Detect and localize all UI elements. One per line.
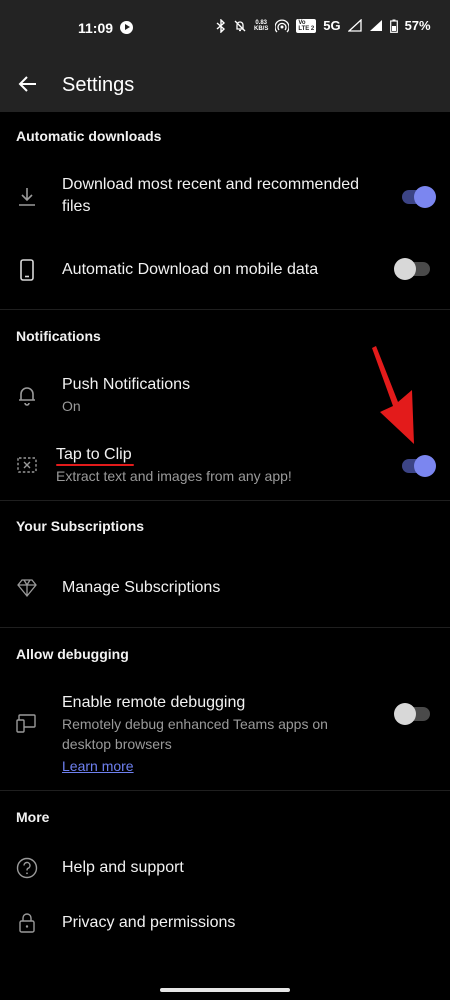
clip-icon	[17, 457, 37, 473]
tap-to-clip-title: Tap to Clip	[56, 446, 132, 463]
signal-icon	[369, 20, 382, 31]
download-recent-toggle[interactable]	[402, 186, 436, 208]
section-title-notifications: Notifications	[16, 328, 101, 344]
manage-subscriptions-title: Manage Subscriptions	[62, 579, 221, 596]
help-icon	[16, 857, 38, 879]
remote-debugging-description-line1: Remotely debug enhanced Teams apps on	[62, 716, 328, 732]
status-icons: 0.83 KB/S Vo LTE 2 5G 57%	[216, 18, 431, 33]
toggle-knob	[414, 186, 436, 208]
bell-icon	[19, 387, 35, 406]
volte-bottom: LTE 2	[298, 25, 315, 32]
section-title-debugging: Allow debugging	[16, 646, 129, 662]
signal-icon	[347, 19, 362, 32]
battery-icon	[389, 19, 398, 33]
toggle-knob	[394, 258, 416, 280]
back-arrow-icon	[18, 76, 36, 92]
app-bar: Settings	[0, 56, 450, 112]
divider	[0, 790, 450, 791]
push-notifications-title: Push Notifications	[62, 376, 191, 393]
push-notifications-status: On	[62, 398, 81, 414]
learn-more-link[interactable]: Learn more	[62, 756, 134, 776]
status-bar: 11:09 0.83 KB/S Vo LTE 2 5G 57%	[0, 0, 450, 56]
lock-icon	[19, 913, 35, 933]
tap-to-clip-description: Extract text and images from any app!	[56, 468, 292, 484]
remote-debugging-title: Enable remote debugging	[62, 694, 246, 711]
bluetooth-icon	[216, 18, 226, 33]
net-speed-unit: KB/S	[254, 25, 269, 32]
privacy-permissions-title: Privacy and permissions	[62, 914, 236, 931]
remote-debugging-description-line2: desktop browsers	[62, 736, 172, 752]
toggle-knob	[394, 703, 416, 725]
diamond-icon	[17, 579, 37, 598]
annotation-arrow-icon	[372, 346, 414, 444]
section-title-automatic-downloads: Automatic downloads	[16, 128, 162, 144]
phone-icon	[20, 259, 34, 281]
battery-percent: 57%	[404, 18, 431, 33]
section-title-more: More	[16, 809, 50, 825]
tap-to-clip-toggle[interactable]	[402, 455, 436, 477]
mobile-data-toggle[interactable]	[394, 258, 430, 280]
setting-mobile-data-title: Automatic Download on mobile data	[62, 261, 319, 278]
setting-download-recent-title-line2: files	[62, 198, 91, 215]
hotspot-icon	[275, 19, 290, 32]
volte-badge: Vo LTE 2	[296, 18, 317, 33]
devices-icon	[16, 714, 36, 733]
divider	[0, 627, 450, 628]
toggle-knob	[414, 455, 436, 477]
annotation-underline	[56, 464, 134, 466]
home-indicator[interactable]	[160, 988, 290, 992]
section-title-subscriptions: Your Subscriptions	[16, 518, 145, 534]
play-icon	[120, 21, 133, 34]
page-title: Settings	[62, 74, 135, 96]
status-time: 11:09	[78, 20, 114, 36]
setting-download-recent-title-line1: Download most recent and recommended	[62, 176, 360, 193]
divider	[0, 500, 450, 501]
network-type: 5G	[323, 18, 341, 33]
back-button[interactable]	[14, 70, 42, 98]
net-speed: 0.83 KB/S	[254, 20, 268, 32]
help-support-title: Help and support	[62, 859, 184, 876]
mute-icon	[234, 20, 246, 31]
download-icon	[19, 188, 35, 206]
divider	[0, 309, 450, 310]
remote-debugging-toggle[interactable]	[394, 703, 430, 725]
